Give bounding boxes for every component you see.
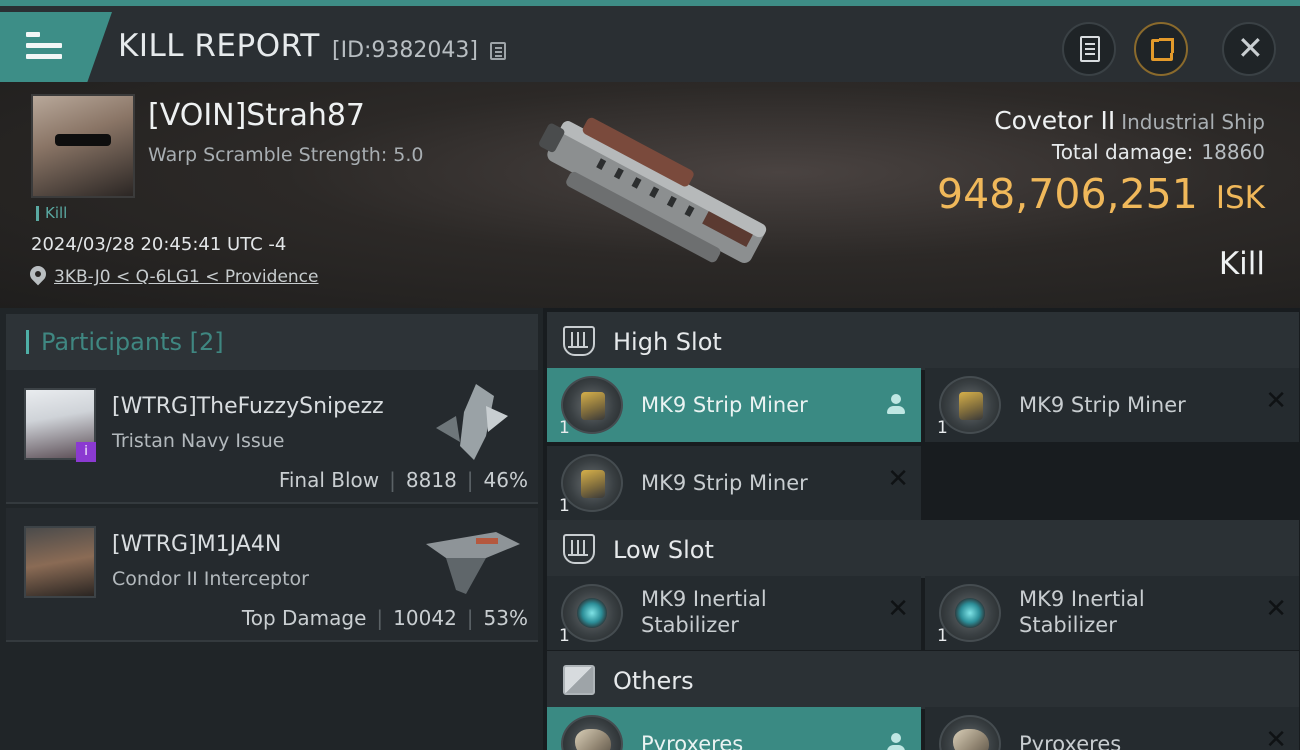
cross-icon: ✕ bbox=[887, 594, 909, 624]
participant-percent: 53% bbox=[483, 606, 528, 630]
strip-miner-icon bbox=[561, 376, 623, 434]
person-icon bbox=[887, 733, 905, 750]
total-damage-value: 18860 bbox=[1201, 140, 1265, 164]
high-slot-icon bbox=[563, 326, 595, 356]
copy-icon[interactable] bbox=[490, 42, 506, 60]
module-item[interactable]: 1 MK9 Strip Miner ✕ bbox=[925, 368, 1299, 442]
clipboard-button[interactable] bbox=[1062, 22, 1116, 76]
participant-ship-image bbox=[436, 384, 508, 460]
module-item[interactable]: Pyroxeres ✕ bbox=[925, 707, 1299, 750]
inertial-stabilizer-icon bbox=[561, 584, 623, 642]
module-name: MK9 Inertial Stabilizer bbox=[1019, 586, 1145, 638]
kill-location-link[interactable]: 3KB-J0 < Q-6LG1 < Providence bbox=[54, 267, 319, 287]
victim-ship-image bbox=[539, 117, 767, 263]
result-label: Kill bbox=[1218, 246, 1265, 282]
report-id: [ID:9382043] bbox=[332, 38, 478, 63]
victim-portrait[interactable] bbox=[31, 94, 135, 198]
victim-name[interactable]: [VOIN]Strah87 bbox=[148, 98, 365, 133]
warp-scramble-strength: Warp Scramble Strength: 5.0 bbox=[148, 144, 424, 166]
high-slot-label: High Slot bbox=[613, 328, 722, 356]
person-icon bbox=[887, 394, 905, 414]
participant-row[interactable]: [WTRG]M1JA4N Condor II Interceptor Top D… bbox=[6, 508, 538, 642]
module-item[interactable]: 1 MK9 Strip Miner ✕ bbox=[547, 446, 921, 520]
module-quantity: 1 bbox=[937, 626, 948, 646]
participant-stats: Top Damage | 10042 | 53% bbox=[241, 606, 528, 630]
participants-header: Participants [2] bbox=[6, 314, 538, 370]
high-slot-header: High Slot bbox=[547, 312, 1299, 370]
participant-stats: Final Blow | 8818 | 46% bbox=[278, 468, 528, 492]
page-title: KILL REPORT bbox=[118, 28, 320, 64]
module-name: MK9 Strip Miner bbox=[641, 393, 808, 417]
cargo-box-icon bbox=[563, 665, 595, 695]
participants-title: Participants [2] bbox=[26, 330, 224, 354]
module-name-line1: MK9 Inertial bbox=[1019, 587, 1145, 611]
header-bar: KILL REPORT [ID:9382043] ✕ bbox=[0, 6, 1300, 82]
module-item[interactable]: Pyroxeres bbox=[547, 707, 921, 750]
module-name-line1: MK9 Inertial bbox=[641, 587, 767, 611]
module-name-line2: Stabilizer bbox=[641, 613, 739, 637]
ore-icon bbox=[561, 715, 623, 750]
share-icon bbox=[1151, 38, 1174, 61]
participant-ship: Condor II Interceptor bbox=[112, 568, 309, 590]
participant-name[interactable]: [WTRG]M1JA4N bbox=[112, 532, 281, 557]
clipboard-icon bbox=[1080, 36, 1100, 62]
victim-summary: [VOIN]Strah87 Warp Scramble Strength: 5.… bbox=[0, 82, 1300, 308]
victim-ship[interactable]: Covetor II Industrial Ship bbox=[994, 106, 1265, 135]
participant-damage: 8818 bbox=[405, 468, 457, 492]
total-damage: Total damage: 18860 bbox=[1052, 140, 1265, 164]
share-button[interactable] bbox=[1134, 22, 1188, 76]
total-damage-label: Total damage: bbox=[1051, 140, 1194, 164]
participant-row[interactable]: i [WTRG]TheFuzzySnipezz Tristan Navy Iss… bbox=[6, 370, 538, 504]
participant-percent: 46% bbox=[483, 468, 528, 492]
close-button[interactable]: ✕ bbox=[1222, 22, 1276, 76]
module-name: MK9 Inertial Stabilizer bbox=[641, 586, 767, 638]
close-icon: ✕ bbox=[1237, 29, 1264, 67]
ship-name: Covetor II bbox=[994, 106, 1116, 135]
participant-portrait[interactable] bbox=[24, 526, 96, 598]
module-name: MK9 Strip Miner bbox=[641, 471, 808, 495]
kill-timestamp: 2024/03/28 20:45:41 UTC -4 bbox=[31, 234, 287, 255]
module-item[interactable]: 1 MK9 Inertial Stabilizer ✕ bbox=[547, 576, 921, 650]
module-name: Pyroxeres bbox=[1019, 732, 1122, 750]
module-quantity: 1 bbox=[559, 626, 570, 646]
participants-panel: Participants [2] i [WTRG]TheFuzzySnipezz… bbox=[0, 308, 543, 750]
menu-button[interactable] bbox=[0, 12, 112, 82]
inertial-stabilizer-icon bbox=[939, 584, 1001, 642]
low-slot-icon bbox=[563, 534, 595, 564]
low-slot-label: Low Slot bbox=[613, 536, 714, 564]
fitting-panel: High Slot 1 MK9 Strip Miner 1 MK9 Strip … bbox=[543, 308, 1300, 750]
low-slot-header: Low Slot bbox=[547, 520, 1299, 578]
cross-icon: ✕ bbox=[887, 464, 909, 494]
participant-ship-image bbox=[426, 532, 520, 594]
participant-role: Top Damage bbox=[241, 606, 367, 630]
strip-miner-icon bbox=[939, 376, 1001, 434]
final-blow-badge: i bbox=[76, 442, 96, 462]
isk-unit: ISK bbox=[1215, 180, 1265, 216]
participant-damage: 10042 bbox=[393, 606, 457, 630]
location-pin-icon bbox=[26, 262, 50, 286]
ore-icon bbox=[939, 715, 1001, 750]
hamburger-icon bbox=[26, 32, 62, 60]
module-quantity: 1 bbox=[559, 418, 570, 438]
module-name-line2: Stabilizer bbox=[1019, 613, 1117, 637]
participant-name[interactable]: [WTRG]TheFuzzySnipezz bbox=[112, 394, 384, 419]
isk-value: 948,706,251 ISK bbox=[937, 170, 1265, 218]
others-label: Others bbox=[613, 667, 694, 695]
module-item[interactable]: 1 MK9 Inertial Stabilizer ✕ bbox=[925, 576, 1299, 650]
ship-class: Industrial Ship bbox=[1121, 110, 1265, 134]
strip-miner-icon bbox=[561, 454, 623, 512]
module-item[interactable]: 1 MK9 Strip Miner bbox=[547, 368, 921, 442]
module-quantity: 1 bbox=[559, 496, 570, 516]
module-quantity: 1 bbox=[937, 418, 948, 438]
others-header: Others bbox=[547, 651, 1299, 709]
kill-tag: Kill bbox=[36, 206, 67, 221]
module-name: MK9 Strip Miner bbox=[1019, 393, 1186, 417]
cross-icon: ✕ bbox=[1265, 725, 1287, 750]
cross-icon: ✕ bbox=[1265, 386, 1287, 416]
isk-amount: 948,706,251 bbox=[937, 170, 1198, 218]
participant-ship: Tristan Navy Issue bbox=[112, 430, 285, 452]
participant-role: Final Blow bbox=[278, 468, 380, 492]
cross-icon: ✕ bbox=[1265, 594, 1287, 624]
module-name: Pyroxeres bbox=[641, 732, 744, 750]
